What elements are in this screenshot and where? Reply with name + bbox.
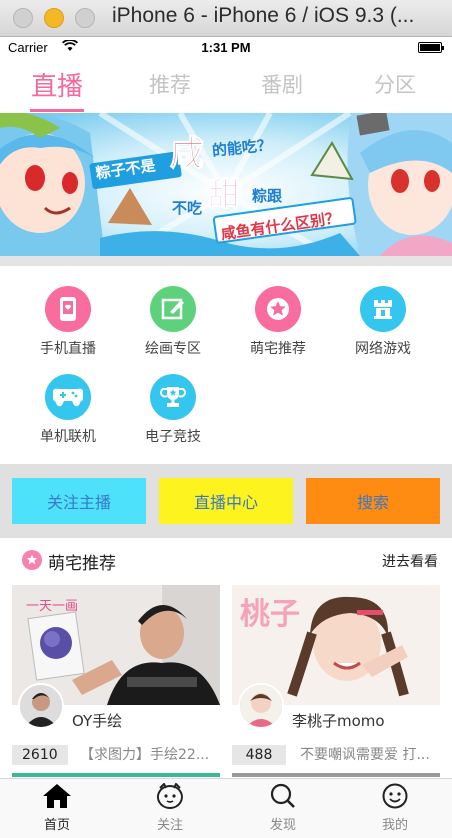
profile-face-icon — [355, 783, 435, 813]
active-tab-indicator — [30, 109, 84, 112]
status-bar: Carrier 1:31 PM — [0, 37, 452, 59]
tab-label: 首页 — [43, 818, 70, 833]
category-label: 电子竞技 — [145, 429, 201, 445]
category-drawing[interactable]: 绘画专区 — [123, 286, 223, 358]
avatar — [18, 683, 64, 729]
category-label: 萌宅推荐 — [250, 341, 306, 357]
star-icon — [255, 286, 301, 332]
avatar — [238, 683, 284, 729]
recommend-star-icon — [22, 550, 42, 570]
stream-card[interactable]: 一天一画 OY手绘 2610 【求图力】手绘22... — [12, 585, 220, 777]
trophy-icon — [150, 374, 196, 420]
battery-icon — [418, 42, 444, 53]
category-label: 单机联机 — [40, 429, 96, 445]
follow-streamer-button[interactable]: 关注主播 — [12, 478, 146, 524]
thumbnail-watermark: 一天一画 — [26, 599, 79, 614]
streamer-name: OY手绘 — [72, 712, 123, 730]
next-card-edge — [12, 773, 220, 777]
category-label: 网络游戏 — [355, 341, 411, 357]
banner-text-big2: 甜 — [208, 175, 240, 213]
tab-label: 发现 — [269, 818, 296, 833]
banner-text-line2-end: 粽跟 — [252, 187, 283, 205]
banner-text-big1: 咸 — [170, 134, 204, 174]
category-mobile-live[interactable]: 手机直播 — [18, 286, 118, 358]
thumbnail-watermark: 桃子 — [240, 597, 300, 632]
castle-icon — [360, 286, 406, 332]
promo-banner[interactable]: 粽子不是 咸 的能吃？ 不吃 甜 粽跟 咸鱼有什么区别？ — [0, 113, 452, 256]
bottom-tab-bar: 首页 关注 发现 我的 — [0, 778, 452, 838]
stream-card[interactable]: 桃子 李桃子momo 488 不要嘲讽需要爱 打... — [232, 585, 440, 777]
follow-face-icon — [130, 782, 210, 813]
section-divider — [0, 256, 452, 266]
window-title: iPhone 6 - iPhone 6 / iOS 9.3 (... — [112, 4, 415, 27]
close-window-button[interactable] — [13, 8, 33, 28]
minimize-window-button[interactable] — [44, 8, 64, 28]
tab-recommend[interactable]: 推荐 — [125, 69, 215, 99]
phone-icon — [45, 286, 91, 332]
category-otaku[interactable]: 萌宅推荐 — [228, 286, 328, 358]
banner-text-line2: 不吃 — [172, 199, 202, 217]
category-single-player[interactable]: 单机联机 — [18, 374, 118, 446]
tab-follow[interactable]: 关注 — [130, 782, 210, 833]
category-label: 手机直播 — [40, 341, 96, 357]
tab-bangumi[interactable]: 番剧 — [237, 69, 327, 99]
stream-title: 不要嘲讽需要爱 打... — [300, 747, 430, 763]
category-label: 绘画专区 — [145, 341, 201, 357]
tab-label: 关注 — [156, 818, 183, 833]
simulator-title-bar: iPhone 6 - iPhone 6 / iOS 9.3 (... — [0, 0, 452, 37]
category-grid: 手机直播 绘画专区 萌宅推荐 网络游戏 单机联机 电子竞技 — [0, 266, 452, 464]
see-more-link[interactable]: 进去看看 — [382, 551, 438, 571]
otaku-recommend-section: 萌宅推荐 进去看看 一天一画 OY手绘 2610 【求图力】手绘22... 桃子… — [0, 538, 452, 778]
viewer-count: 2610 — [12, 745, 68, 765]
category-online-games[interactable]: 网络游戏 — [333, 286, 433, 358]
tab-category[interactable]: 分区 — [350, 69, 440, 99]
search-icon — [243, 783, 323, 813]
clock: 1:31 PM — [201, 40, 251, 55]
zoom-window-button[interactable] — [75, 8, 95, 28]
banner-illustration: 粽子不是 咸 的能吃？ 不吃 甜 粽跟 咸鱼有什么区别？ — [0, 113, 452, 256]
drawing-icon — [150, 286, 196, 332]
tab-label: 我的 — [381, 818, 408, 833]
category-esports[interactable]: 电子竞技 — [123, 374, 223, 446]
gamepad-icon — [45, 374, 91, 420]
search-button[interactable]: 搜索 — [306, 478, 440, 524]
top-tab-bar: 直播 推荐 番剧 分区 — [0, 59, 452, 113]
home-icon — [17, 783, 97, 813]
tab-live[interactable]: 直播 — [12, 66, 102, 103]
tab-mine[interactable]: 我的 — [355, 783, 435, 833]
streamer-name: 李桃子momo — [292, 712, 385, 730]
tab-discover[interactable]: 发现 — [243, 783, 323, 833]
live-center-button[interactable]: 直播中心 — [159, 478, 293, 524]
stream-title: 【求图力】手绘22... — [80, 747, 210, 763]
section-title: 萌宅推荐 — [48, 554, 116, 574]
tab-home[interactable]: 首页 — [17, 783, 97, 833]
viewer-count: 488 — [232, 745, 286, 765]
next-card-edge — [232, 773, 440, 777]
